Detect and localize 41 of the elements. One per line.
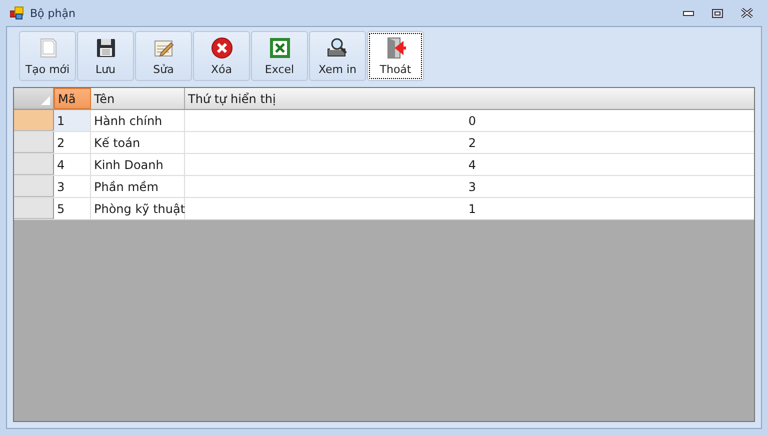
row-header[interactable]	[14, 132, 54, 153]
table-cell: 4	[54, 154, 91, 175]
spreadsheet-icon	[268, 36, 290, 58]
toolbar-button[interactable]: Thoát	[367, 31, 424, 81]
close-icon[interactable]	[741, 8, 753, 18]
window-title: Bộ phận	[30, 6, 76, 20]
table-cell: Phòng kỹ thuật	[91, 198, 185, 219]
app-icon	[10, 6, 24, 20]
exit-door-icon	[384, 36, 406, 58]
table-cell: Phần mềm	[91, 176, 185, 197]
table-cell-text: 0	[467, 112, 477, 130]
row-header[interactable]	[14, 154, 54, 175]
table-cell-text: 4	[467, 156, 477, 174]
column-header[interactable]: Tên	[91, 88, 185, 109]
table-cell: Hành chính	[91, 110, 185, 131]
row-header[interactable]	[14, 110, 54, 131]
toolbar-button[interactable]: Sửa	[135, 31, 192, 81]
row-header[interactable]	[14, 176, 54, 197]
table-cell-text: 2	[467, 134, 477, 152]
toolbar-button[interactable]: Tạo mới	[19, 31, 76, 81]
select-all-header[interactable]	[14, 88, 54, 109]
corner-triangle-icon	[41, 96, 50, 105]
toolbar-button[interactable]: Xóa	[193, 31, 250, 81]
minimize-icon[interactable]	[683, 10, 694, 16]
table-cell: 5	[54, 198, 91, 219]
column-header[interactable]: Thứ tự hiển thị	[185, 88, 754, 109]
toolbar-button[interactable]: Lưu	[77, 31, 134, 81]
print-preview-icon	[326, 36, 348, 58]
table-cell-text: 1	[467, 200, 477, 218]
table-cell: 2	[54, 132, 91, 153]
table-cell: 3	[54, 176, 91, 197]
toolbar-button[interactable]: Xem in	[309, 31, 366, 81]
table-cell-text: 3	[467, 178, 477, 196]
maximize-icon[interactable]	[712, 8, 723, 18]
table-cell: Kinh Doanh	[91, 154, 185, 175]
table-cell: 1	[54, 110, 91, 131]
column-header[interactable]: Mã	[54, 88, 91, 109]
table-cell: Kế toán	[91, 132, 185, 153]
toolbar-button[interactable]: Excel	[251, 31, 308, 81]
delete-icon	[210, 36, 232, 58]
row-header[interactable]	[14, 198, 54, 219]
